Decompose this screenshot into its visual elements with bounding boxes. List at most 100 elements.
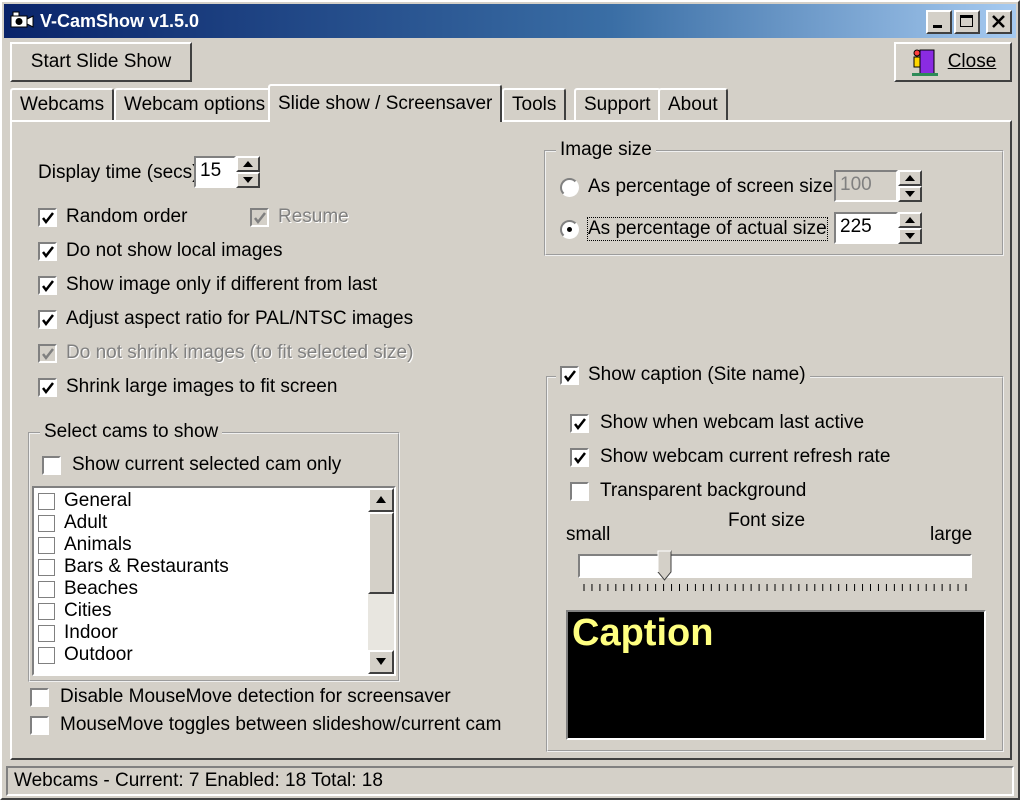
- refresh-rate-label: Show webcam current refresh rate: [600, 446, 891, 467]
- tab-about[interactable]: About: [658, 88, 728, 120]
- tab-tools[interactable]: Tools: [502, 88, 567, 120]
- aspect-ratio-label: Adjust aspect ratio for PAL/NTSC images: [66, 308, 414, 329]
- transparent-bg-label: Transparent background: [600, 480, 807, 501]
- current-cam-only-label: Show current selected cam only: [72, 454, 342, 475]
- minimize-icon: [933, 25, 942, 28]
- list-item-checkbox[interactable]: [38, 559, 55, 576]
- close-button[interactable]: Close: [894, 42, 1012, 82]
- list-item-label: Indoor: [64, 622, 118, 643]
- aspect-ratio-checkbox[interactable]: [38, 310, 57, 329]
- tab-slide-show-screensaver[interactable]: Slide show / Screensaver: [268, 84, 503, 122]
- screen-size-radio[interactable]: [560, 178, 579, 197]
- last-active-label: Show when webcam last active: [600, 412, 865, 433]
- window-title: V-CamShow v1.5.0: [40, 11, 200, 31]
- mousemove-toggle-label: MouseMove toggles between slideshow/curr…: [60, 714, 502, 735]
- maximize-button[interactable]: [954, 10, 980, 34]
- only-different-label: Show image only if different from last: [66, 274, 378, 295]
- list-item-checkbox[interactable]: [38, 581, 55, 598]
- title-bar[interactable]: V-CamShow v1.5.0: [4, 4, 1016, 38]
- close-window-button[interactable]: [986, 10, 1012, 34]
- cam-category-list[interactable]: General Adult Animals Bars & Restaurants…: [32, 486, 396, 676]
- actual-size-radio[interactable]: [560, 220, 579, 239]
- app-camera-icon: [10, 11, 34, 28]
- show-caption-checkbox[interactable]: [560, 366, 579, 385]
- resume-label: Resume: [278, 206, 349, 227]
- tab-webcams[interactable]: Webcams: [10, 88, 115, 120]
- minimize-button[interactable]: [926, 10, 952, 34]
- mousemove-toggle-checkbox[interactable]: [30, 716, 49, 735]
- list-item-checkbox[interactable]: [38, 647, 55, 664]
- actual-size-value[interactable]: 225: [834, 212, 898, 244]
- screen-size-spinner[interactable]: 100: [834, 170, 922, 202]
- display-time-value[interactable]: 15: [194, 156, 236, 188]
- maximize-icon: [960, 15, 973, 27]
- font-size-min-label: small: [566, 524, 611, 545]
- list-item-label: Beaches: [64, 578, 138, 599]
- scroll-down-button[interactable]: [368, 650, 394, 674]
- list-item-label: Cities: [64, 600, 112, 621]
- screen-size-value[interactable]: 100: [834, 170, 898, 202]
- only-different-checkbox[interactable]: [38, 276, 57, 295]
- disable-mousemove-label: Disable MouseMove detection for screensa…: [60, 686, 451, 707]
- list-item-checkbox[interactable]: [38, 537, 55, 554]
- tab-support[interactable]: Support: [574, 88, 661, 120]
- slide-show-tab-page: Display time (secs) 15 Random order Resu…: [10, 120, 1012, 760]
- arrow-up-icon: [905, 175, 915, 181]
- font-size-label: Font size: [728, 510, 806, 531]
- list-item-checkbox[interactable]: [38, 515, 55, 532]
- no-shrink-checkbox[interactable]: [38, 344, 57, 363]
- list-item-checkbox[interactable]: [38, 493, 55, 510]
- tab-label: Tools: [512, 94, 557, 115]
- arrow-down-icon: [376, 658, 386, 665]
- spin-down-button[interactable]: [898, 186, 922, 202]
- arrow-down-icon: [905, 191, 915, 197]
- start-slide-show-label: Start Slide Show: [30, 51, 172, 72]
- random-order-checkbox[interactable]: [38, 208, 57, 227]
- slider-ticks: [583, 584, 967, 591]
- spin-up-button[interactable]: [898, 170, 922, 186]
- arrow-up-icon: [243, 161, 253, 167]
- slider-track: [578, 554, 972, 578]
- start-slide-show-button[interactable]: Start Slide Show: [10, 42, 192, 82]
- refresh-rate-checkbox[interactable]: [570, 448, 589, 467]
- caption-preview-text: Caption: [572, 612, 714, 654]
- spin-down-button[interactable]: [236, 172, 260, 188]
- arrow-down-icon: [243, 177, 253, 183]
- transparent-bg-checkbox[interactable]: [570, 482, 589, 501]
- list-item-checkbox[interactable]: [38, 603, 55, 620]
- arrow-down-icon: [905, 233, 915, 239]
- font-size-max-label: large: [930, 524, 973, 545]
- screen-size-label: As percentage of screen size: [588, 176, 834, 197]
- checkmark-icon: [42, 348, 54, 361]
- shrink-large-checkbox[interactable]: [38, 378, 57, 397]
- list-item-label: Bars & Restaurants: [64, 556, 229, 577]
- scroll-up-button[interactable]: [368, 488, 394, 512]
- no-local-images-label: Do not show local images: [66, 240, 283, 261]
- last-active-checkbox[interactable]: [570, 414, 589, 433]
- tab-webcam-options[interactable]: Webcam options: [114, 88, 276, 120]
- display-time-label: Display time (secs): [38, 162, 199, 183]
- spin-up-button[interactable]: [236, 156, 260, 172]
- tab-label: Support: [584, 94, 651, 115]
- slider-thumb-icon[interactable]: [657, 550, 673, 582]
- actual-size-label: As percentage of actual size: [587, 217, 828, 241]
- no-local-images-checkbox[interactable]: [38, 242, 57, 261]
- list-scrollbar[interactable]: [368, 488, 394, 674]
- resume-checkbox[interactable]: [250, 208, 269, 227]
- current-cam-only-checkbox[interactable]: [42, 456, 61, 475]
- checkmark-icon: [564, 370, 576, 383]
- spin-up-button[interactable]: [898, 212, 922, 228]
- arrow-up-icon: [376, 496, 386, 503]
- scroll-thumb[interactable]: [368, 512, 394, 594]
- font-size-slider[interactable]: [578, 550, 972, 594]
- checkmark-icon: [42, 212, 54, 225]
- show-caption-label: Show caption (Site name): [588, 364, 806, 385]
- display-time-spinner[interactable]: 15: [194, 156, 260, 188]
- checkmark-icon: [42, 382, 54, 395]
- actual-size-spinner[interactable]: 225: [834, 212, 922, 244]
- spin-down-button[interactable]: [898, 228, 922, 244]
- disable-mousemove-checkbox[interactable]: [30, 688, 49, 707]
- image-size-group: Image size: [544, 139, 1004, 256]
- list-item-checkbox[interactable]: [38, 625, 55, 642]
- status-bar: Webcams - Current: 7 Enabled: 18 Total: …: [6, 766, 1014, 796]
